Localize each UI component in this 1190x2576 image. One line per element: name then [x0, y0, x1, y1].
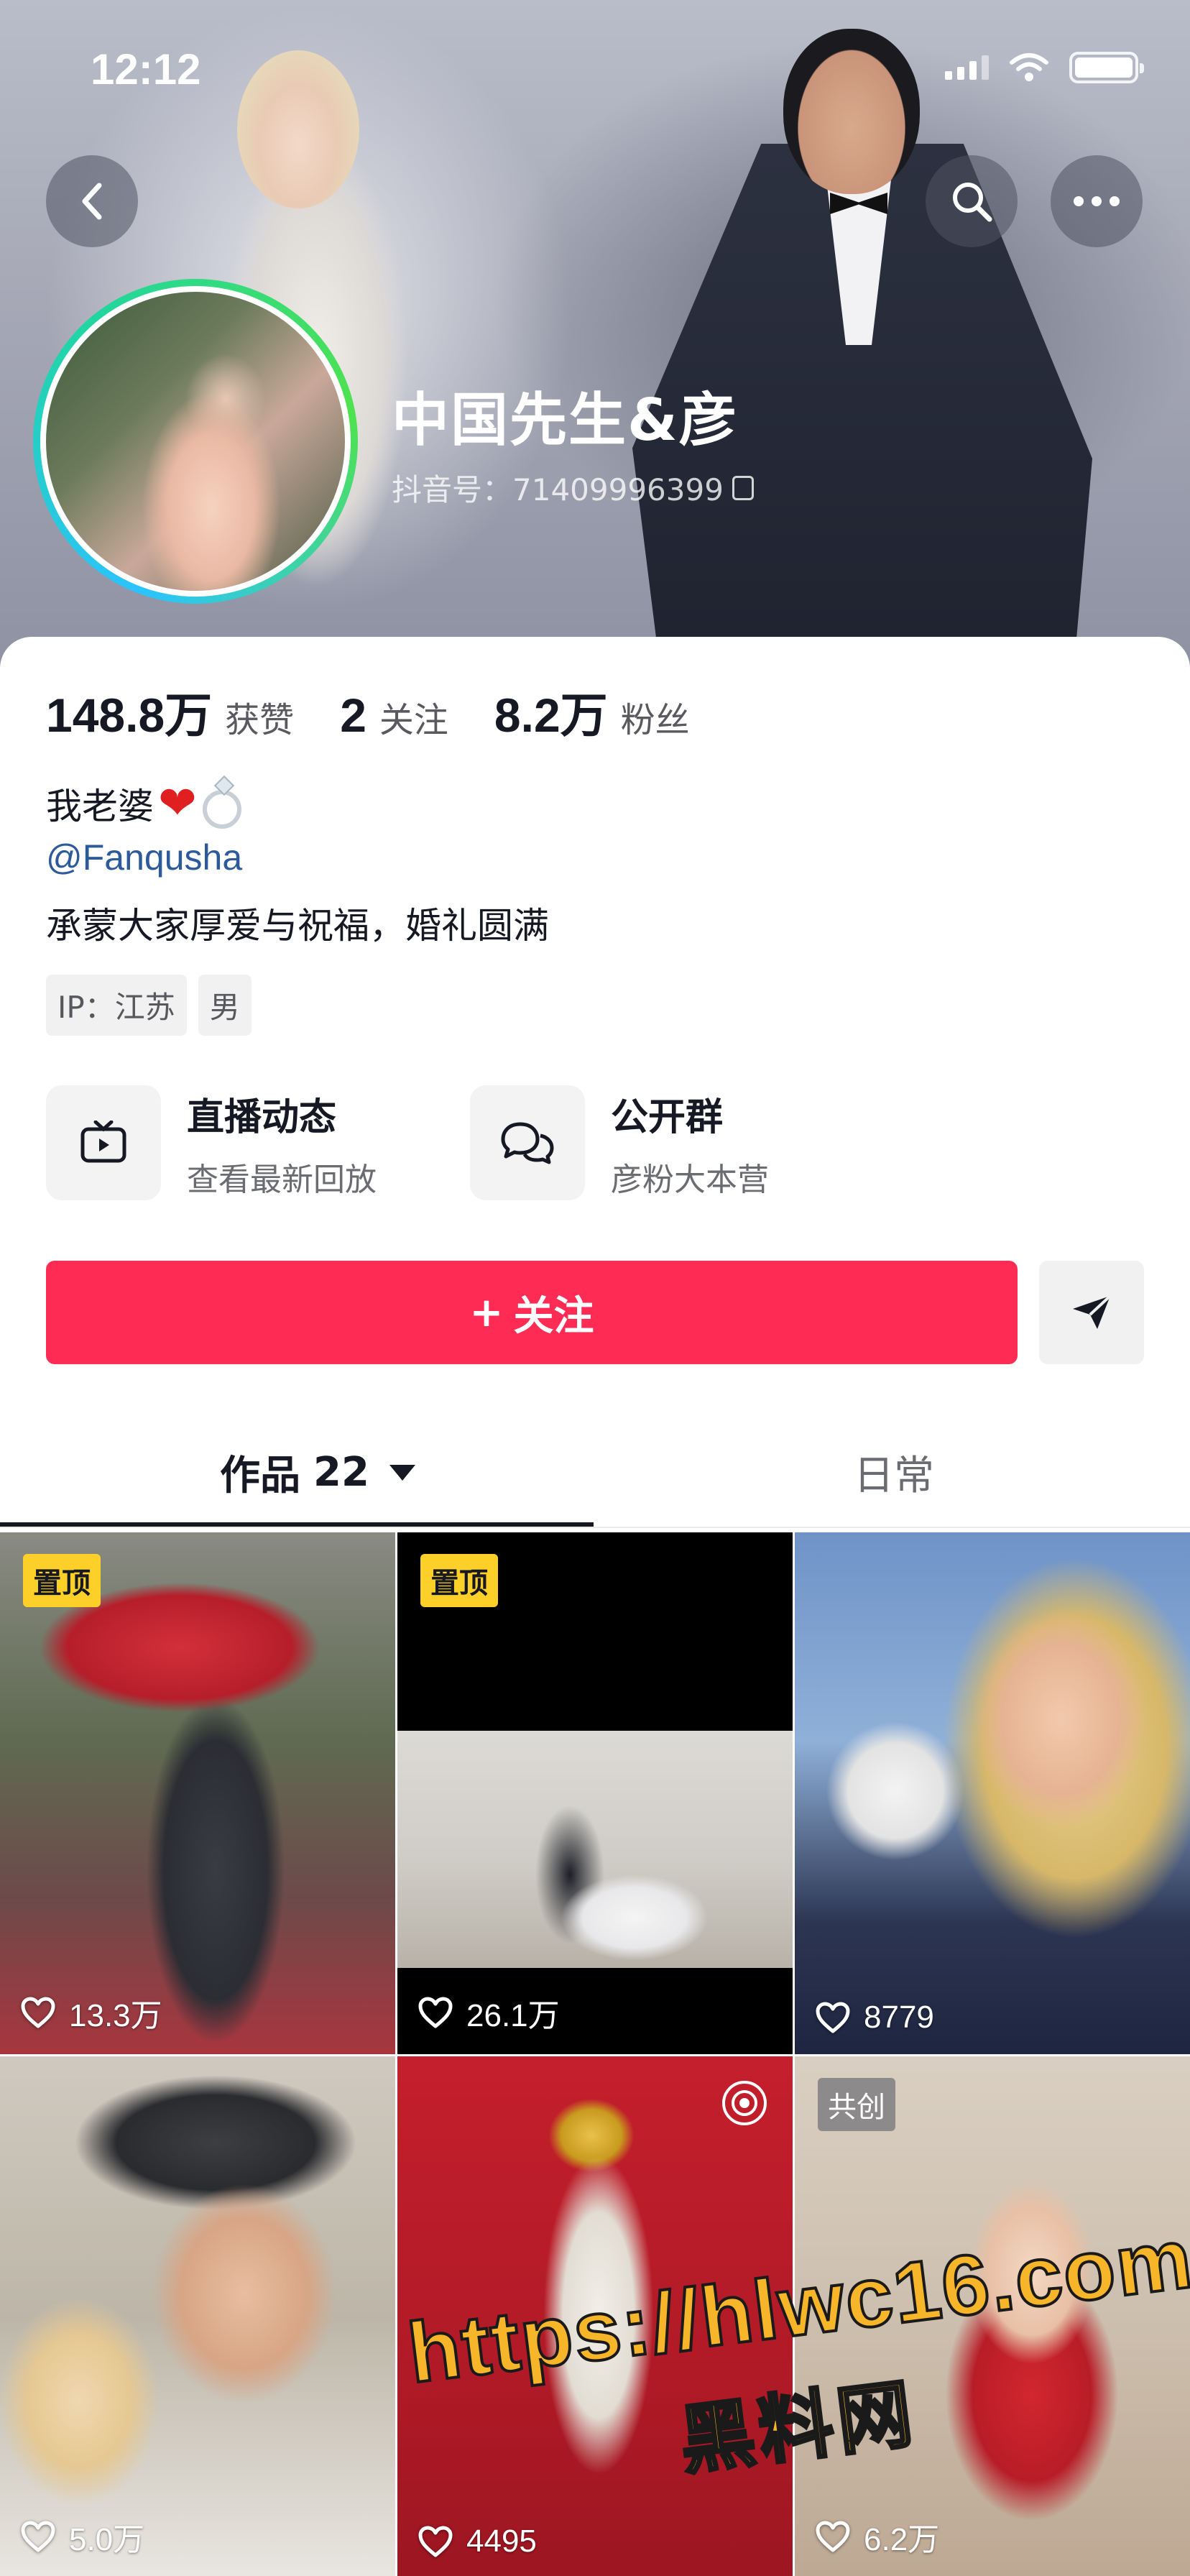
- stat-following-value: 2: [340, 689, 366, 742]
- gender-tag: 男: [198, 975, 252, 1036]
- content-tabs: 作品 22 日常: [0, 1400, 1190, 1530]
- caret-down-icon[interactable]: [389, 1464, 415, 1481]
- video-likes: 26.1万: [418, 1990, 560, 2036]
- video-likes: 5.0万: [20, 2513, 144, 2559]
- profile-stats: 148.8万 获赞 2 关注 8.2万 粉丝: [46, 677, 736, 746]
- battery-icon: [1069, 52, 1144, 83]
- video-likes-count: 5.0万: [69, 2522, 145, 2557]
- bio-line-2: 承蒙大家厚爱与祝福，婚礼圆满: [46, 905, 549, 947]
- tab-daily[interactable]: 日常: [854, 1443, 934, 1501]
- heart-outline-icon: [418, 1997, 453, 2028]
- ring-icon: [202, 790, 241, 829]
- video-likes-count: 8779: [864, 2000, 934, 2035]
- profile-info-card: 148.8万 获赞 2 关注 8.2万 粉丝 我老婆 ❤ @Fanqusha 承…: [0, 637, 1190, 1528]
- pinned-badge: 置顶: [23, 1554, 101, 1607]
- video-thumbnail: [397, 1731, 793, 1968]
- wifi-icon: [1010, 53, 1048, 81]
- co-creation-badge: 共创: [818, 2078, 895, 2131]
- more-dots-icon: [1074, 196, 1120, 206]
- avatar-photo: [46, 292, 345, 591]
- heart-outline-icon: [21, 1997, 55, 2028]
- stat-likes[interactable]: 148.8万 获赞: [46, 677, 294, 746]
- profile-tags: IP：江苏 男: [46, 975, 252, 1036]
- chevron-left-icon: [82, 183, 102, 220]
- heart-outline-icon: [816, 2002, 850, 2033]
- cellular-signal-icon: [945, 55, 989, 80]
- stat-followers[interactable]: 8.2万 粉丝: [494, 677, 690, 746]
- bio-line-1: 我老婆 ❤: [46, 778, 241, 829]
- cover-bride-head: [237, 50, 359, 208]
- live-updates-title: 直播动态: [187, 1095, 337, 1139]
- bio-line-1-text: 我老婆: [46, 786, 154, 827]
- stat-followers-label: 粉丝: [620, 700, 690, 740]
- heart-outline-icon: [21, 2521, 55, 2552]
- pinned-badge: 置顶: [420, 1554, 498, 1607]
- avatar[interactable]: [33, 279, 358, 604]
- video-likes-count: 13.3万: [69, 1998, 162, 2033]
- video-likes-count: 6.2万: [864, 2522, 940, 2557]
- chat-bubbles-icon: [470, 1085, 585, 1200]
- plus-icon: +: [469, 1289, 504, 1336]
- copy-icon[interactable]: [732, 475, 754, 500]
- send-arrow-icon: [1073, 1294, 1112, 1329]
- stat-following-label: 关注: [379, 700, 448, 740]
- follow-button[interactable]: + 关注: [46, 1261, 1018, 1364]
- video-likes: 13.3万: [20, 1990, 162, 2036]
- tab-works-count: 22: [313, 1449, 369, 1496]
- video-likes-count: 26.1万: [466, 1998, 560, 2033]
- public-group-entry[interactable]: 公开群 彦粉大本营: [470, 1085, 769, 1200]
- public-group-title: 公开群: [611, 1095, 724, 1139]
- public-group-subtitle: 彦粉大本营: [611, 1161, 769, 1198]
- tab-works-label: 作品: [220, 1453, 300, 1499]
- stat-likes-label: 获赞: [225, 700, 295, 740]
- ip-location-tag: IP：江苏: [46, 975, 187, 1036]
- tv-icon: [46, 1085, 161, 1200]
- share-profile-button[interactable]: [1039, 1261, 1144, 1364]
- watermark-name: 黑料网: [673, 2368, 922, 2486]
- tab-works[interactable]: 作品 22: [220, 1443, 415, 1501]
- live-replay-icon: [722, 2081, 767, 2125]
- tab-divider: [0, 1527, 1190, 1528]
- search-button[interactable]: [926, 155, 1018, 247]
- status-time: 12:12: [91, 45, 201, 93]
- status-icons: [945, 52, 1144, 83]
- search-icon: [953, 183, 992, 222]
- more-button[interactable]: [1051, 155, 1143, 247]
- stat-followers-value: 8.2万: [494, 689, 608, 742]
- follow-label: 关注: [513, 1292, 594, 1340]
- heart-outline-icon: [816, 2521, 850, 2552]
- account-id: 抖音号：71409996399: [392, 472, 724, 507]
- live-updates-subtitle: 查看最新回放: [187, 1161, 377, 1198]
- feature-entries: 直播动态 查看最新回放 公开群 彦粉大本营: [46, 1085, 769, 1200]
- profile-nickname: 中国先生&彦: [392, 387, 738, 454]
- red-heart-icon: ❤: [158, 777, 197, 830]
- video-likes: 8779: [815, 2000, 934, 2036]
- back-button[interactable]: [46, 155, 138, 247]
- video-tile[interactable]: 5.0万: [0, 2056, 395, 2576]
- video-tile[interactable]: 8779: [795, 1532, 1190, 2054]
- cover-groom-head: [783, 29, 920, 194]
- video-tile[interactable]: 置顶 13.3万: [0, 1532, 395, 2054]
- live-updates-entry[interactable]: 直播动态 查看最新回放: [46, 1085, 377, 1200]
- account-id-row[interactable]: 抖音号：71409996399: [392, 466, 754, 510]
- stat-following[interactable]: 2 关注: [340, 688, 448, 742]
- stat-likes-value: 148.8万: [46, 689, 213, 742]
- video-tile[interactable]: 置顶 26.1万: [397, 1532, 793, 2054]
- video-likes: 6.2万: [815, 2513, 939, 2559]
- bio-mention-link[interactable]: @Fanqusha: [46, 837, 242, 878]
